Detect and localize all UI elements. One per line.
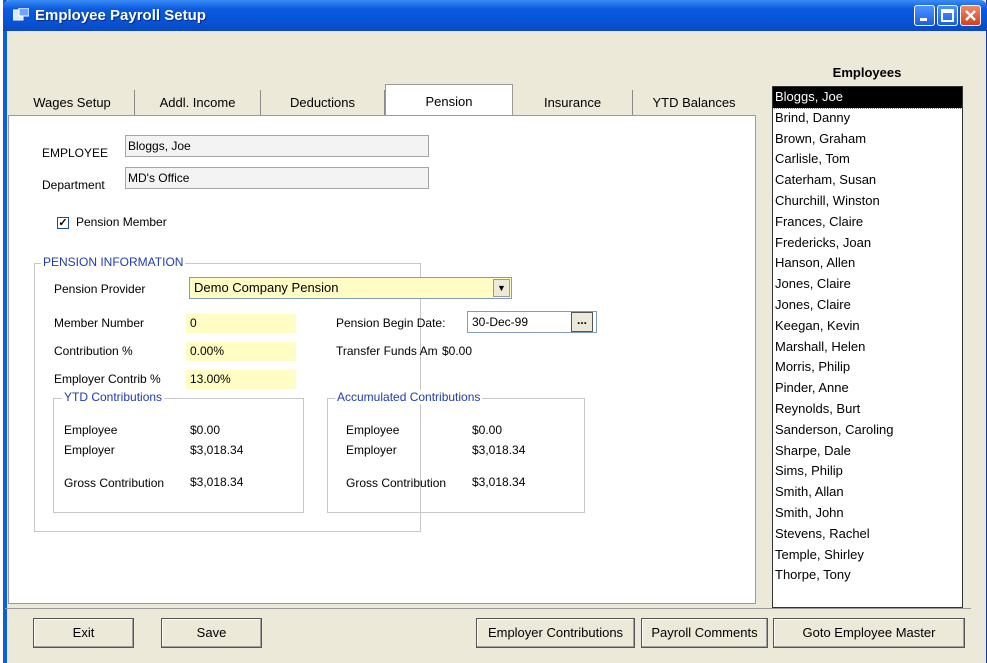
maximize-button[interactable]	[937, 5, 958, 26]
employee-list-item[interactable]: Temple, Shirley	[773, 545, 962, 566]
maximize-icon	[941, 9, 954, 22]
department-field: MD's Office	[125, 167, 429, 189]
tab-label: Addl. Income	[159, 95, 236, 110]
acc-employer-value: $3,018.34	[468, 441, 576, 460]
minimize-button[interactable]	[914, 5, 935, 26]
app-icon	[13, 8, 29, 21]
employee-list-item[interactable]: Frances, Claire	[773, 212, 962, 233]
employees-listbox[interactable]: Bloggs, Joe Brind, Danny Brown, Graham Carl…	[772, 86, 963, 608]
member-number-label: Member Number	[54, 316, 145, 330]
tab-addl-income[interactable]: Addl. Income	[135, 90, 261, 116]
tab-label: Deductions	[289, 95, 356, 110]
employee-list-item[interactable]: Marshall, Helen	[773, 337, 962, 358]
pension-begin-date-label: Pension Begin Date:	[336, 316, 446, 330]
employee-list-item[interactable]: Smith, Allan	[773, 482, 962, 503]
tab-label: Insurance	[543, 95, 602, 110]
employee-label: EMPLOYEE	[42, 146, 109, 160]
pension-information-title: PENSION INFORMATION	[41, 255, 186, 269]
bottom-divider	[5, 608, 971, 609]
pension-provider-label: Pension Provider	[54, 282, 146, 296]
acc-employer-label: Employer	[346, 443, 397, 457]
ytd-employer-value: $3,018.34	[186, 441, 290, 460]
tab-label: Pension	[425, 94, 473, 109]
payroll-comments-button[interactable]: Payroll Comments	[641, 618, 768, 648]
acc-gross-value: $3,018.34	[468, 473, 576, 492]
goto-employee-master-button[interactable]: Goto Employee Master	[773, 618, 965, 648]
dropdown-arrow-icon[interactable]: ▼	[493, 279, 510, 297]
ytd-employee-value: $0.00	[186, 421, 290, 440]
acc-employee-value: $0.00	[468, 421, 576, 440]
employee-list-item[interactable]: Sharpe, Dale	[773, 441, 962, 462]
contribution-pct-label: Contribution %	[54, 344, 133, 358]
pension-provider-value: Demo Company Pension	[194, 280, 339, 295]
tab-ytd-balances[interactable]: YTD Balances	[633, 90, 755, 116]
employee-list-item[interactable]: Smith, John	[773, 503, 962, 524]
acc-employee-label: Employee	[346, 423, 400, 437]
employees-list-title: Employees	[832, 65, 902, 80]
employee-list-item[interactable]: Reynolds, Burt	[773, 399, 962, 420]
employer-contrib-pct-field[interactable]: 13.00%	[186, 370, 296, 389]
member-number-field[interactable]: 0	[186, 314, 296, 333]
save-button[interactable]: Save	[161, 618, 262, 648]
employee-list-item[interactable]: Jones, Claire	[773, 295, 962, 316]
tab-wages-setup[interactable]: Wages Setup	[10, 90, 135, 116]
employee-list-item[interactable]: Jones, Claire	[773, 274, 962, 295]
pension-member-label: Pension Member	[76, 215, 167, 229]
ellipsis-icon: ...	[576, 313, 587, 327]
tab-label: YTD Balances	[652, 95, 736, 110]
ytd-gross-label: Gross Contribution	[64, 476, 165, 490]
ytd-employer-label: Employer	[64, 443, 115, 457]
date-picker-button[interactable]: ...	[571, 312, 593, 332]
employee-list-item[interactable]: Morris, Philip	[773, 357, 962, 378]
window-title: Employee Payroll Setup	[35, 7, 206, 24]
title-bar[interactable]: Employee Payroll Setup	[3, 0, 987, 31]
employee-list-item[interactable]: Brind, Danny	[773, 108, 962, 129]
transfer-funds-label: Transfer Funds Amt.	[336, 344, 445, 358]
department-label: Department	[42, 178, 105, 192]
employee-list-item[interactable]: Sanderson, Caroling	[773, 420, 962, 441]
contribution-pct-field[interactable]: 0.00%	[186, 342, 296, 361]
employee-list-item[interactable]: Hanson, Allen	[773, 253, 962, 274]
employee-list-item[interactable]: Fredericks, Joan	[773, 233, 962, 254]
ytd-employee-label: Employee	[64, 423, 118, 437]
close-button[interactable]	[960, 5, 981, 26]
employee-list-item[interactable]: Sims, Philip	[773, 461, 962, 482]
tab-label: Wages Setup	[33, 95, 111, 110]
employee-list-item[interactable]: Churchill, Winston	[773, 191, 962, 212]
employee-list-item[interactable]: Stevens, Rachel	[773, 524, 962, 545]
tab-insurance[interactable]: Insurance	[513, 90, 633, 116]
employee-list-item[interactable]: Keegan, Kevin	[773, 316, 962, 337]
tab-pension[interactable]: Pension	[385, 84, 513, 116]
ytd-contributions-title: YTD Contributions	[62, 390, 165, 404]
minimize-icon	[920, 18, 927, 21]
tab-deductions[interactable]: Deductions	[261, 90, 385, 116]
employee-name-field: Bloggs, Joe	[125, 135, 429, 157]
employer-contrib-pct-label: Employer Contrib %	[54, 372, 161, 386]
ytd-gross-value: $3,018.34	[186, 473, 290, 492]
pension-provider-select[interactable]: Demo Company Pension ▼	[189, 277, 512, 299]
pension-tab-panel: EMPLOYEE Bloggs, Joe Department MD's Off…	[8, 115, 756, 604]
employee-list-item[interactable]: Bloggs, Joe	[773, 87, 962, 109]
employee-list-item[interactable]: Brown, Graham	[773, 129, 962, 150]
acc-gross-label: Gross Contribution	[346, 476, 447, 490]
pension-begin-date-value: 30-Dec-99	[472, 315, 529, 329]
employer-contributions-button[interactable]: Employer Contributions	[476, 618, 635, 648]
employee-list-item[interactable]: Caterham, Susan	[773, 170, 962, 191]
employee-list-item[interactable]: Pinder, Anne	[773, 378, 962, 399]
close-icon	[965, 10, 976, 21]
exit-button[interactable]: Exit	[33, 618, 134, 648]
employee-list-item[interactable]: Carlisle, Tom	[773, 149, 962, 170]
accumulated-contributions-title: Accumulated Contributions	[335, 390, 483, 404]
transfer-funds-field[interactable]: $0.00	[438, 342, 597, 361]
employee-list-item[interactable]: Thorpe, Tony	[773, 565, 962, 586]
pension-member-checkbox[interactable]: ✓	[57, 217, 69, 229]
